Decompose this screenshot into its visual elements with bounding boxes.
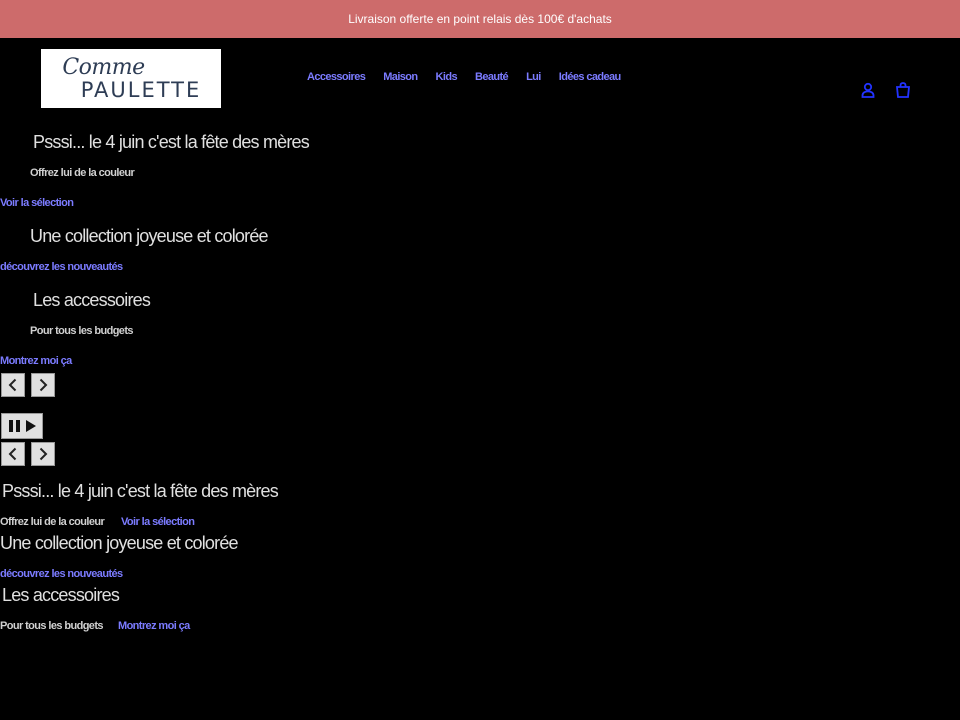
slide-2-title-dup: Une collection joyeuse et colorée	[0, 533, 239, 553]
slide-3-subtitle: Pour tous les budgets	[30, 325, 134, 337]
cart-icon[interactable]	[894, 81, 912, 99]
pause-icon	[9, 420, 20, 432]
chevron-left-icon	[8, 378, 17, 392]
announcement-bar: Livraison offerte en point relais dès 10…	[0, 0, 960, 38]
slide-3-link-dup[interactable]: Montrez moi ça	[118, 620, 190, 632]
slide-3-title: Les accessoires	[33, 290, 151, 310]
slide-1-link-dup[interactable]: Voir la sélection	[121, 516, 195, 528]
account-icon[interactable]	[859, 81, 877, 99]
slideshow-play-pause-button[interactable]	[1, 413, 43, 439]
chevron-right-icon	[39, 378, 48, 392]
slideshow-next-button-2[interactable]	[31, 442, 55, 466]
slide-3-link[interactable]: Montrez moi ça	[0, 355, 72, 367]
slide-1-subtitle: Offrez lui de la couleur	[30, 167, 135, 179]
slideshow-next-button[interactable]	[31, 373, 55, 397]
slide-3-subtitle-dup: Pour tous les budgets	[0, 620, 104, 632]
nav-item-lui[interactable]: Lui	[526, 71, 541, 83]
slide-1-title-dup: Psssi... le 4 juin c'est la fête des mèr…	[2, 481, 279, 501]
nav-item-maison[interactable]: Maison	[383, 71, 418, 83]
announcement-text: Livraison offerte en point relais dès 10…	[348, 12, 612, 26]
slide-3-title-dup: Les accessoires	[2, 585, 120, 605]
slide-1-subtitle-dup: Offrez lui de la couleur	[0, 516, 105, 528]
nav-item-accessoires[interactable]: Accessoires	[307, 71, 366, 83]
slide-1-title: Psssi... le 4 juin c'est la fête des mèr…	[33, 132, 310, 152]
logo-line2: PAULETTE	[80, 77, 202, 102]
slide-2-link[interactable]: découvrez les nouveautés	[0, 261, 123, 273]
slideshow-prev-button-2[interactable]	[1, 442, 25, 466]
play-icon	[26, 420, 36, 432]
slide-2-link-dup[interactable]: découvrez les nouveautés	[0, 568, 123, 580]
logo-line1: Comme	[62, 54, 145, 80]
nav-item-beaute[interactable]: Beauté	[475, 71, 509, 83]
chevron-left-icon	[8, 447, 17, 461]
nav-item-kids[interactable]: Kids	[436, 71, 458, 83]
main-nav: Accessoires Maison Kids Beauté Lui Idées…	[307, 71, 621, 83]
slide-2-title: Une collection joyeuse et colorée	[30, 226, 269, 246]
slideshow-prev-button[interactable]	[1, 373, 25, 397]
slide-1-link[interactable]: Voir la sélection	[0, 197, 74, 209]
chevron-right-icon	[39, 447, 48, 461]
nav-item-idees-cadeau[interactable]: Idées cadeau	[559, 71, 622, 83]
site-logo[interactable]: Comme PAULETTE	[41, 49, 221, 108]
